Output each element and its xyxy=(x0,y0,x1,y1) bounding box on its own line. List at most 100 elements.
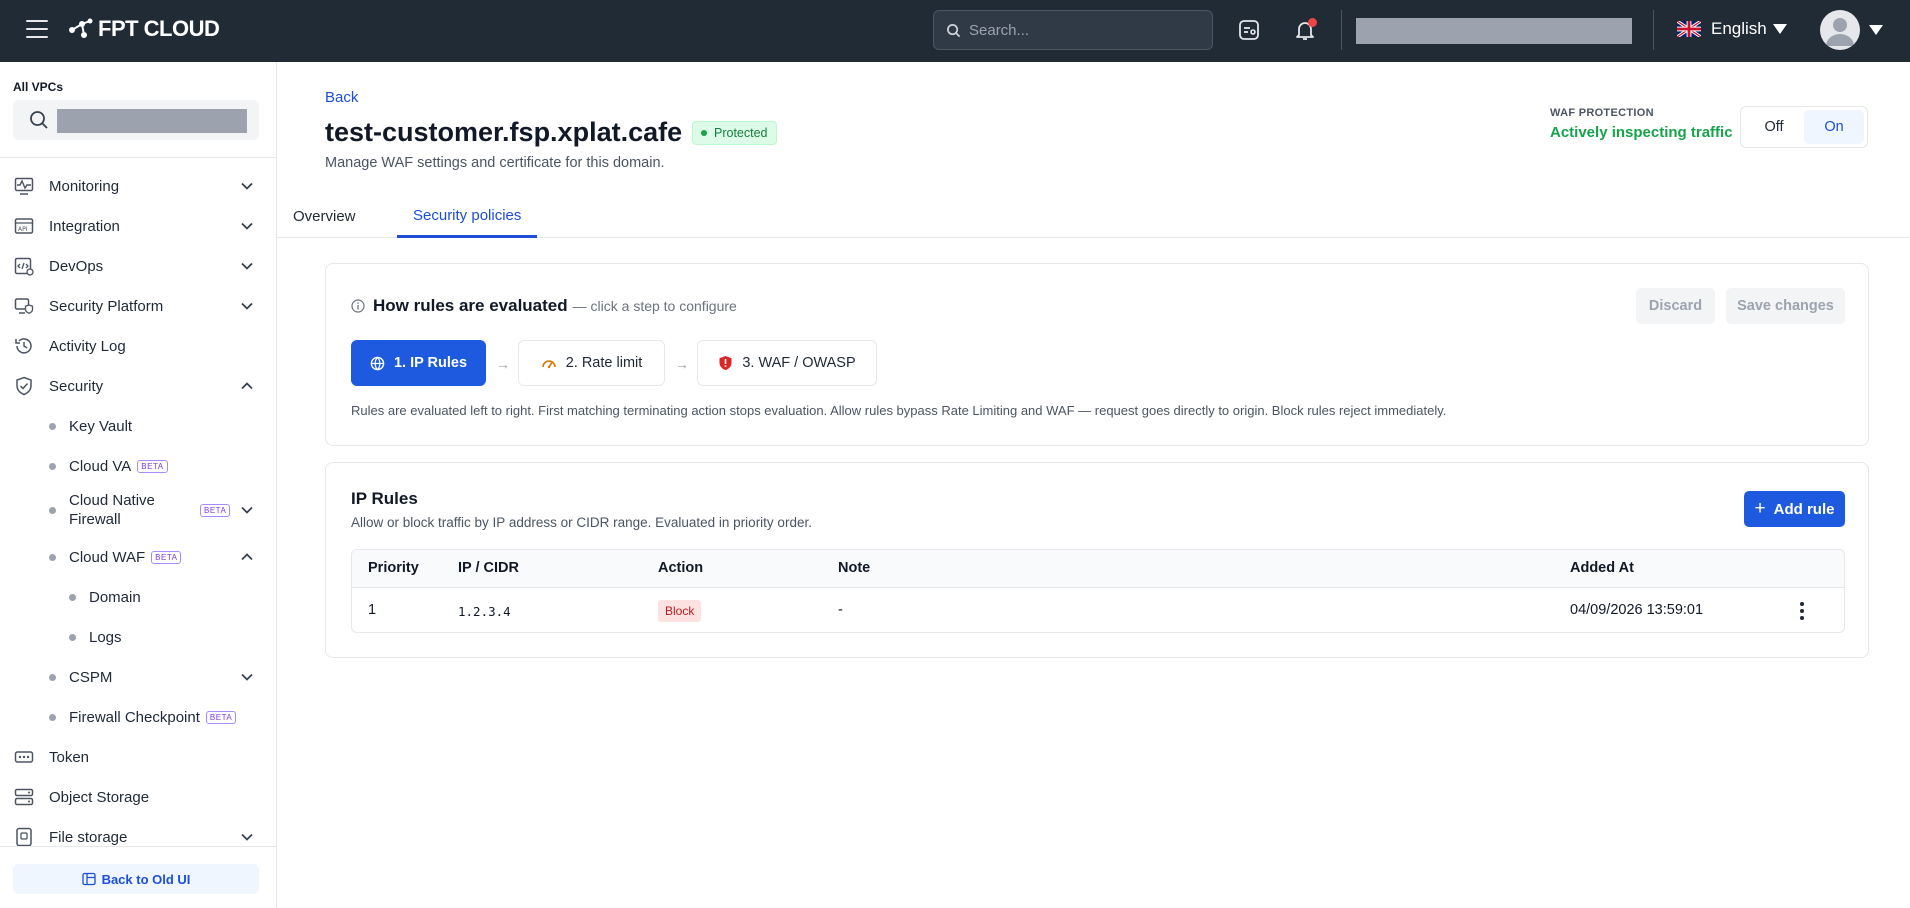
sidebar-item-label: Object Storage xyxy=(49,788,150,806)
notification-dot xyxy=(1308,18,1317,27)
sidebar-item-devops[interactable]: DevOps xyxy=(0,246,277,286)
discard-button[interactable]: Discard xyxy=(1636,288,1715,324)
cell-priority: 1 xyxy=(368,602,377,618)
sidebar-item-cloud-native-firewall[interactable]: Cloud Native Firewall BETA xyxy=(0,486,277,534)
chevron-down-icon xyxy=(241,673,253,681)
user-avatar[interactable] xyxy=(1820,10,1860,50)
column-header-note[interactable]: Note xyxy=(838,560,870,576)
sidebar-item-label: Firewall Checkpoint xyxy=(69,708,200,726)
vpc-label: All VPCs xyxy=(13,80,64,94)
waf-protection-label: WAF PROTECTION xyxy=(1550,107,1654,119)
toggle-off-option[interactable]: Off xyxy=(1744,110,1804,144)
cell-note: - xyxy=(838,602,843,618)
sidebar-item-key-vault[interactable]: Key Vault xyxy=(0,406,277,446)
caret-down-icon[interactable] xyxy=(1869,25,1883,35)
beta-badge: BETA xyxy=(205,711,237,725)
column-header-ip-cidr[interactable]: IP / CIDR xyxy=(458,560,519,576)
uk-flag-icon xyxy=(1677,21,1701,37)
plus-icon: + xyxy=(1754,498,1766,519)
token-icon xyxy=(14,751,34,763)
vpc-selector[interactable] xyxy=(13,100,259,140)
info-icon xyxy=(351,299,365,313)
beta-badge: BETA xyxy=(151,551,182,565)
sidebar-item-label: Security Platform xyxy=(49,297,164,315)
sidebar-item-label: Cloud VA xyxy=(69,457,132,475)
status-dot xyxy=(701,130,707,136)
activity-log-icon xyxy=(15,338,32,354)
row-actions-menu-icon[interactable] xyxy=(1792,600,1812,622)
add-rule-button[interactable]: + Add rule xyxy=(1744,491,1845,527)
ip-rules-title: IP Rules xyxy=(351,489,418,508)
top-bar: FPT CLOUD English xyxy=(0,0,1910,62)
page-title: test-customer.fsp.xplat.cafe xyxy=(325,117,683,147)
back-to-old-ui-button[interactable]: Back to Old UI xyxy=(13,864,259,894)
svg-text:API: API xyxy=(18,226,28,233)
sidebar-item-monitoring[interactable]: Monitoring xyxy=(0,166,277,206)
sidebar-item-label: Logs xyxy=(89,628,122,646)
sidebar: All VPCs Monitoring API Integration DevO… xyxy=(0,62,277,908)
language-selector[interactable]: English xyxy=(1677,19,1787,39)
search-input[interactable] xyxy=(969,21,1189,39)
sidebar-item-cloud-waf[interactable]: Cloud WAF BETA xyxy=(0,537,277,577)
shield-icon xyxy=(16,376,32,396)
sidebar-item-label: Activity Log xyxy=(49,337,126,355)
shield-alert-icon xyxy=(719,356,732,370)
waf-protection-status: Actively inspecting traffic xyxy=(1550,124,1733,141)
sidebar-item-logs[interactable]: Logs xyxy=(0,617,277,657)
notification-bell-icon[interactable] xyxy=(1293,18,1317,42)
sidebar-item-security[interactable]: Security xyxy=(0,366,277,406)
global-search[interactable] xyxy=(933,10,1213,50)
chevron-down-icon xyxy=(241,182,253,190)
globe-icon xyxy=(370,356,385,370)
beta-badge: BETA xyxy=(137,460,168,474)
chevron-down-icon xyxy=(241,506,253,514)
column-header-action[interactable]: Action xyxy=(658,560,703,576)
step-ip-rules[interactable]: 1. IP Rules xyxy=(351,340,486,386)
tab-overview[interactable]: Overview xyxy=(277,195,372,238)
step-label: 2. Rate limit xyxy=(565,355,643,371)
menu-icon[interactable] xyxy=(26,20,48,38)
bullet xyxy=(49,422,56,430)
sidebar-item-label: Security xyxy=(49,377,104,395)
sidebar-item-integration[interactable]: API Integration xyxy=(0,206,277,246)
ip-rules-card: IP Rules Allow or block traffic by IP ad… xyxy=(325,462,1869,658)
action-badge: Block xyxy=(658,600,702,622)
chevron-down-icon xyxy=(241,302,253,310)
sidebar-item-security-platform[interactable]: Security Platform xyxy=(0,286,277,326)
sidebar-item-file-storage[interactable]: File storage xyxy=(0,817,277,857)
chevron-up-icon xyxy=(241,553,253,561)
bullet xyxy=(49,506,56,514)
sidebar-item-object-storage[interactable]: Object Storage xyxy=(0,777,277,817)
chevron-up-icon xyxy=(241,382,253,390)
sidebar-item-label: Key Vault xyxy=(69,417,133,435)
step-arrow: → xyxy=(675,356,689,372)
bullet xyxy=(49,553,56,561)
support-ticket-icon[interactable] xyxy=(1237,18,1261,42)
save-changes-button[interactable]: Save changes xyxy=(1726,288,1845,324)
logo-text: FPT CLOUD xyxy=(98,16,220,41)
bullet xyxy=(69,633,76,641)
sidebar-item-cspm[interactable]: CSPM xyxy=(0,657,277,697)
sidebar-item-firewall-checkpoint[interactable]: Firewall Checkpoint BETA xyxy=(0,697,277,737)
sidebar-item-token[interactable]: Token xyxy=(0,737,277,777)
layout-icon xyxy=(81,872,96,886)
back-link[interactable]: Back xyxy=(325,89,358,106)
sidebar-item-cloud-va[interactable]: Cloud VA BETA xyxy=(0,446,277,486)
sidebar-item-label: DevOps xyxy=(49,257,104,275)
column-header-added-at[interactable]: Added At xyxy=(1570,560,1634,576)
tab-security-policies[interactable]: Security policies xyxy=(397,195,538,238)
table-header: Priority IP / CIDR Action Note Added At xyxy=(352,550,1844,588)
sidebar-item-label: Cloud WAF xyxy=(69,548,146,566)
step-waf-owasp[interactable]: 3. WAF / OWASP xyxy=(697,340,877,386)
cell-added-at: 04/09/2026 13:59:01 xyxy=(1570,602,1704,618)
sidebar-item-domain[interactable]: Domain xyxy=(0,577,277,617)
bullet xyxy=(69,593,76,601)
step-rate-limit[interactable]: 2. Rate limit xyxy=(518,340,665,386)
api-icon: API xyxy=(14,218,34,234)
table-row[interactable]: 1 1.2.3.4 Block - 04/09/2026 13:59:01 xyxy=(352,588,1844,632)
sidebar-item-activity-log[interactable]: Activity Log xyxy=(0,326,277,366)
toggle-on-option[interactable]: On xyxy=(1804,110,1864,144)
column-header-priority[interactable]: Priority xyxy=(368,560,419,576)
fpt-cloud-logo[interactable]: FPT CLOUD xyxy=(68,16,220,42)
tab-bar: Overview Security policies xyxy=(277,195,1910,238)
